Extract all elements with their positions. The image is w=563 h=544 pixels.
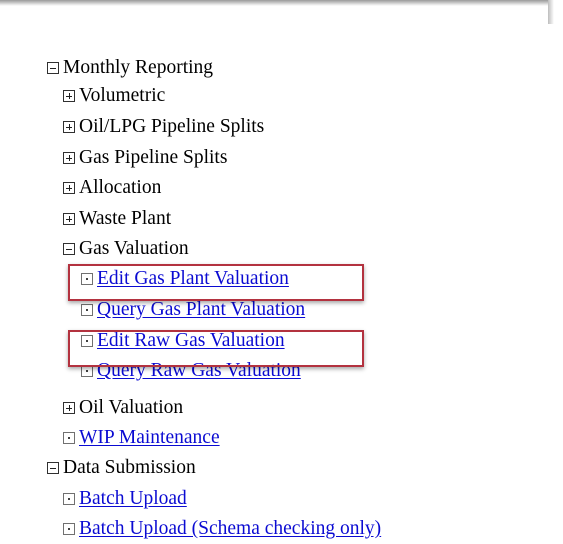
wip-maintenance-link[interactable]: WIP Maintenance (79, 424, 220, 452)
tree-node-label: Monthly Reporting (63, 57, 214, 78)
expand-icon[interactable] (63, 121, 75, 133)
expand-icon[interactable] (63, 90, 75, 102)
window-top-shadow (0, 0, 552, 6)
tree-node-label: Volumetric (79, 85, 166, 106)
dotted-box-icon (81, 335, 93, 347)
tree-node-allocation[interactable]: Allocation (63, 174, 161, 202)
edit-raw-gas-valuation-link[interactable]: Edit Raw Gas Valuation (97, 327, 285, 355)
tree-node-label: Gas Valuation (79, 238, 189, 259)
batch-upload-schema-link[interactable]: Batch Upload (Schema checking only) (79, 515, 381, 543)
query-raw-gas-valuation-link[interactable]: Query Raw Gas Valuation (97, 357, 301, 385)
dotted-box-icon (81, 304, 93, 316)
dotted-box-icon (81, 365, 93, 377)
collapse-icon[interactable] (63, 243, 75, 255)
tree-node-oil-lpg-pipeline-splits[interactable]: Oil/LPG Pipeline Splits (63, 113, 264, 141)
tree-node-label: Oil/LPG Pipeline Splits (79, 116, 265, 137)
tree-node-volumetric[interactable]: Volumetric (63, 82, 165, 110)
query-gas-plant-valuation-link[interactable]: Query Gas Plant Valuation (97, 296, 305, 324)
tree-node-label: Gas Pipeline Splits (79, 147, 228, 168)
tree-node-label: Allocation (79, 177, 162, 198)
expand-icon[interactable] (63, 152, 75, 164)
tree-leaf-edit-gas-plant-valuation[interactable]: Edit Gas Plant Valuation (81, 265, 289, 293)
tree-leaf-batch-upload-schema[interactable]: Batch Upload (Schema checking only) (63, 515, 381, 543)
navigation-tree-page: Monthly Reporting Volumetric Oil/LPG Pip… (0, 0, 563, 544)
tree-node-monthly-reporting[interactable]: Monthly Reporting (47, 54, 213, 82)
tree-leaf-wip-maintenance[interactable]: WIP Maintenance (63, 424, 220, 452)
tree-node-label: Data Submission (63, 457, 196, 478)
dotted-box-icon (63, 493, 75, 505)
tree-leaf-query-raw-gas-valuation[interactable]: Query Raw Gas Valuation (81, 357, 301, 385)
tree-node-label: Oil Valuation (79, 397, 184, 418)
window-right-shadow (548, 0, 554, 24)
expand-icon[interactable] (63, 213, 75, 225)
dotted-box-icon (63, 432, 75, 444)
collapse-icon[interactable] (47, 462, 59, 474)
dotted-box-icon (81, 273, 93, 285)
tree-leaf-edit-raw-gas-valuation[interactable]: Edit Raw Gas Valuation (81, 327, 285, 355)
tree-leaf-query-gas-plant-valuation[interactable]: Query Gas Plant Valuation (81, 296, 305, 324)
tree-node-label: Waste Plant (79, 208, 172, 229)
tree-leaf-batch-upload[interactable]: Batch Upload (63, 485, 187, 513)
expand-icon[interactable] (63, 402, 75, 414)
collapse-icon[interactable] (47, 62, 59, 74)
tree-node-data-submission[interactable]: Data Submission (47, 454, 196, 482)
tree-node-gas-pipeline-splits[interactable]: Gas Pipeline Splits (63, 144, 227, 172)
tree-node-gas-valuation[interactable]: Gas Valuation (63, 235, 189, 263)
edit-gas-plant-valuation-link[interactable]: Edit Gas Plant Valuation (97, 265, 289, 293)
tree-node-oil-valuation[interactable]: Oil Valuation (63, 394, 183, 422)
expand-icon[interactable] (63, 182, 75, 194)
tree-node-waste-plant[interactable]: Waste Plant (63, 205, 171, 233)
dotted-box-icon (63, 523, 75, 535)
batch-upload-link[interactable]: Batch Upload (79, 485, 187, 513)
